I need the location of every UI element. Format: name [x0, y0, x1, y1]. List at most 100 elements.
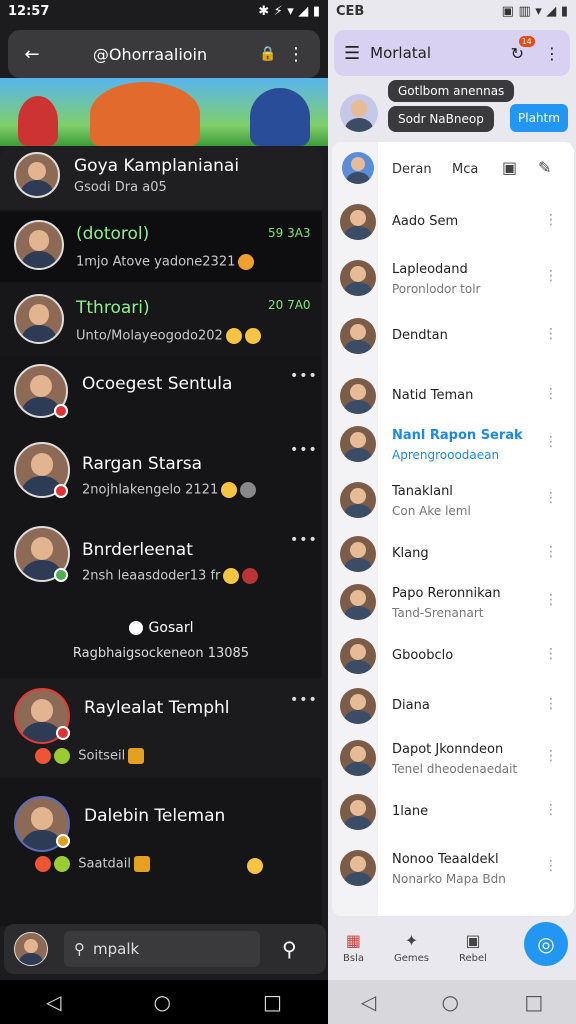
- more-icon[interactable]: ⋮: [544, 434, 558, 450]
- more-icon[interactable]: ⋮: [544, 858, 558, 874]
- lock-icon[interactable]: 🔒: [254, 46, 282, 62]
- contact-name: Nonoo Teaaldekl: [392, 852, 499, 867]
- chat-item[interactable]: (dotorol) 59 3A3 1mjo Atove yadone2321: [0, 212, 322, 282]
- chat-name: Bnrderleenat: [82, 540, 193, 560]
- more-icon[interactable]: ⋮: [544, 490, 558, 506]
- contact-item[interactable]: Papo Reronnikan Tand-Srenanart ⋮: [332, 580, 574, 632]
- contact-name: Nanl Rapon Serak: [392, 428, 523, 443]
- contact-item[interactable]: Lapleodand Poronlodor tolr ⋮: [332, 256, 574, 308]
- contact-item[interactable]: 1lane ⋮: [332, 790, 574, 842]
- avatar: [340, 378, 376, 414]
- section-label: Gosarl: [0, 620, 322, 636]
- chat-list: Goya Kamplanianai Gsodi Dra a05 (dotorol…: [0, 146, 322, 926]
- more-icon[interactable]: ⋮: [282, 44, 310, 65]
- contact-item[interactable]: Aado Sem ⋮: [332, 200, 574, 252]
- more-icon[interactable]: ⋮: [544, 592, 558, 608]
- nav-back-icon[interactable]: ◁: [361, 990, 376, 1014]
- avatar: [340, 318, 376, 354]
- contact-item[interactable]: Gboobclo ⋮: [332, 634, 574, 686]
- app-title: Morlatal: [370, 44, 432, 62]
- profile-avatar[interactable]: [340, 94, 378, 132]
- avatar: [340, 482, 376, 518]
- more-icon[interactable]: •••: [290, 692, 318, 708]
- more-icon[interactable]: ⋮: [544, 268, 558, 284]
- chat-item[interactable]: Raylealat Temphl Soitseil •••: [0, 678, 322, 778]
- action-button[interactable]: Plahtm: [510, 104, 568, 132]
- avatar: [340, 260, 376, 296]
- chat-sub: Gsodi Dra a05: [74, 180, 167, 195]
- nav-recent-icon[interactable]: □: [263, 990, 282, 1014]
- avatar: [340, 584, 376, 620]
- contact-item[interactable]: Natid Teman ⋮: [332, 374, 574, 426]
- more-icon[interactable]: •••: [290, 368, 318, 384]
- chat-item[interactable]: Tthroari) 20 7A0 Unto/Molayeogodo202: [0, 284, 322, 356]
- more-icon[interactable]: ⋮: [544, 326, 558, 342]
- more-icon[interactable]: ⋮: [544, 212, 558, 228]
- nav-back-icon[interactable]: ◁: [46, 990, 61, 1014]
- notification-icon[interactable]: ↻ 14: [511, 35, 535, 63]
- chat-item[interactable]: Ocoegest Sentula •••: [0, 358, 322, 436]
- nav-home-icon[interactable]: ○: [154, 990, 171, 1014]
- more-icon[interactable]: •••: [290, 532, 318, 548]
- chat-name: (dotorol): [76, 224, 150, 244]
- chat-sub: 2nsh leaasdoder13 fr: [82, 568, 259, 584]
- chat-time: 20 7A0: [268, 298, 311, 312]
- contact-item[interactable]: Nonoo Teaaldekl Nonarko Mapa Bdn ⋮: [332, 846, 574, 898]
- contact-item[interactable]: Tanaklanl Con Ake leml ⋮: [332, 478, 574, 530]
- nav-home-icon[interactable]: ○: [442, 990, 459, 1014]
- profile-avatar[interactable]: [14, 932, 48, 966]
- status-bar: CEB ▣ ▥ ▾ ◢ ▮: [328, 0, 576, 22]
- chat-item[interactable]: Bnrderleenat 2nsh leaasdoder13 fr •••: [0, 522, 322, 616]
- tab-icon: ✦: [404, 930, 419, 950]
- section-group[interactable]: Gosarl Ragbhaigsockeneon 13085: [0, 612, 322, 676]
- more-icon[interactable]: ⋮: [544, 544, 558, 560]
- contact-name: Lapleodand: [392, 262, 468, 277]
- menu-icon[interactable]: ☰: [344, 43, 360, 64]
- more-icon[interactable]: ⋮: [544, 44, 560, 63]
- more-icon[interactable]: ⋮: [544, 696, 558, 712]
- chat-fab-icon[interactable]: ◎: [524, 922, 568, 966]
- tab-bsla[interactable]: ▦ Bsla: [343, 931, 364, 964]
- compose-icon[interactable]: ▣: [502, 158, 517, 177]
- contact-item[interactable]: Nanl Rapon Serak Aprengrooodaean ⋮: [332, 422, 574, 474]
- search-button-icon[interactable]: ⚲: [282, 937, 297, 961]
- tab-gemes[interactable]: ✦ Gemes: [394, 931, 429, 964]
- avatar: [340, 204, 376, 240]
- contact-item[interactable]: Dendtan ⋮: [332, 314, 574, 366]
- contact-item[interactable]: Diana ⋮: [332, 684, 574, 736]
- chat-item[interactable]: Rargan Starsa 2nojhlakengelo 2121 •••: [0, 438, 322, 520]
- right-screen: CEB ▣ ▥ ▾ ◢ ▮ ☰ Morlatal ↻ 14 ⋮ Gotlbom a…: [328, 0, 576, 1024]
- avatar: [340, 426, 376, 462]
- chat-item[interactable]: Dalebin Teleman Saatdail: [0, 786, 322, 886]
- back-icon[interactable]: ←: [18, 44, 46, 65]
- nav-recent-icon[interactable]: □: [524, 990, 543, 1014]
- chat-name: Ocoegest Sentula: [82, 374, 233, 394]
- contact-sub: Con Ake leml: [392, 504, 471, 518]
- avatar: [340, 850, 376, 886]
- avatar: [14, 220, 64, 270]
- emoji-icon: [247, 858, 263, 874]
- status-badge: [54, 484, 68, 498]
- tab-mca[interactable]: Mca: [452, 162, 478, 177]
- tab-rebel[interactable]: ▣ Rebel: [459, 931, 487, 964]
- contact-item[interactable]: Klang ⋮: [332, 532, 574, 584]
- more-icon[interactable]: ⋮: [544, 748, 558, 764]
- avatar[interactable]: [342, 152, 374, 184]
- avatar: [14, 152, 60, 198]
- contact-name: Diana: [392, 698, 430, 713]
- more-icon[interactable]: ⋮: [544, 802, 558, 818]
- more-icon[interactable]: ⋮: [544, 646, 558, 662]
- chat-name: Tthroari): [76, 298, 150, 318]
- status-badge: [56, 726, 70, 740]
- contact-name: Natid Teman: [392, 388, 474, 403]
- chat-list-header[interactable]: Goya Kamplanianai Gsodi Dra a05: [0, 146, 322, 210]
- tab-deran[interactable]: Deran: [392, 162, 432, 177]
- system-nav-bar: ◁ ○ □: [328, 980, 576, 1024]
- contact-item[interactable]: Dapot Jkonndeon Tenel dheodenaedait ⋮: [332, 736, 574, 788]
- search-input[interactable]: ⚲ mpalk: [64, 931, 260, 967]
- notification-badge: 14: [518, 35, 535, 47]
- status-icons: ▣ ▥ ▾ ◢ ▮: [501, 3, 568, 19]
- more-icon[interactable]: ⋮: [544, 386, 558, 402]
- more-icon[interactable]: •••: [290, 442, 318, 458]
- edit-icon[interactable]: ✎: [538, 158, 551, 177]
